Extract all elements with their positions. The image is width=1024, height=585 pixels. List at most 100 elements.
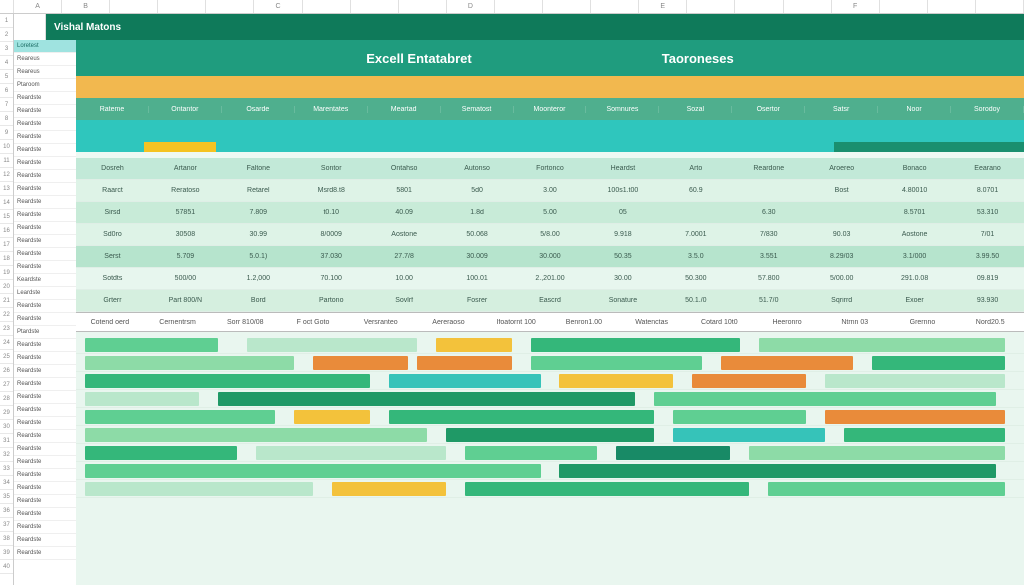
table-column-header[interactable]: Sematost: [441, 106, 514, 113]
gantt-bar[interactable]: [85, 374, 369, 388]
cell[interactable]: Sqrirrd: [805, 297, 878, 304]
cell[interactable]: 05: [586, 209, 659, 216]
col-header[interactable]: [158, 0, 206, 13]
cell[interactable]: Msrd8.t8: [295, 187, 368, 194]
cell[interactable]: Fosrer: [441, 297, 514, 304]
gantt-bar[interactable]: [768, 482, 1005, 496]
cell[interactable]: 3.551: [732, 253, 805, 260]
gantt-bar[interactable]: [85, 356, 294, 370]
cell[interactable]: Aroereo: [805, 165, 878, 172]
cell[interactable]: 27.7/8: [368, 253, 441, 260]
table-column-header[interactable]: Noor: [878, 106, 951, 113]
cell[interactable]: 5d0: [441, 187, 514, 194]
cell[interactable]: Artanor: [149, 165, 222, 172]
cell[interactable]: 500/00: [149, 275, 222, 282]
row-label[interactable]: Reardste: [14, 417, 76, 430]
cell[interactable]: Bord: [222, 297, 295, 304]
row-label[interactable]: Ptardste: [14, 326, 76, 339]
cell[interactable]: 100.01: [441, 275, 514, 282]
row-number[interactable]: 8: [0, 112, 13, 126]
row-number[interactable]: 35: [0, 490, 13, 504]
cell[interactable]: 7/830: [732, 231, 805, 238]
cell[interactable]: Bost: [805, 187, 878, 194]
row-label[interactable]: Reardste: [14, 391, 76, 404]
cell[interactable]: 5.00: [514, 209, 587, 216]
col-header[interactable]: [110, 0, 158, 13]
cell[interactable]: 90.03: [805, 231, 878, 238]
row-label[interactable]: Reardste: [14, 105, 76, 118]
row-label[interactable]: Reardste: [14, 222, 76, 235]
row-number[interactable]: 6: [0, 84, 13, 98]
cell[interactable]: Part 800/N: [149, 297, 222, 304]
col-header[interactable]: [351, 0, 399, 13]
row-label[interactable]: Reardste: [14, 92, 76, 105]
cell[interactable]: Exoer: [878, 297, 951, 304]
table-column-header[interactable]: Ontantor: [149, 106, 222, 113]
cell[interactable]: 5.709: [149, 253, 222, 260]
cell[interactable]: 57.800: [732, 275, 805, 282]
col-header[interactable]: [399, 0, 447, 13]
row-number[interactable]: 40: [0, 560, 13, 574]
gantt-bar[interactable]: [294, 410, 370, 424]
cell[interactable]: 50.068: [441, 231, 514, 238]
row-number[interactable]: 31: [0, 434, 13, 448]
cell[interactable]: Sontor: [295, 165, 368, 172]
cell[interactable]: Sovlrf: [368, 297, 441, 304]
row-label[interactable]: Leardste: [14, 287, 76, 300]
cell[interactable]: Eearano: [951, 165, 1024, 172]
gantt-bar[interactable]: [749, 446, 1005, 460]
gantt-bar[interactable]: [436, 338, 512, 352]
cell[interactable]: 1.8d: [441, 209, 514, 216]
row-number[interactable]: 19: [0, 266, 13, 280]
gantt-bar[interactable]: [559, 464, 995, 478]
gantt-bar[interactable]: [85, 410, 275, 424]
row-label[interactable]: Reardste: [14, 352, 76, 365]
gantt-bar[interactable]: [256, 446, 446, 460]
row-label[interactable]: Reardste: [14, 144, 76, 157]
cell[interactable]: 3.99.50: [951, 253, 1024, 260]
row-label[interactable]: Ptaroom: [14, 79, 76, 92]
col-header[interactable]: [687, 0, 735, 13]
row-label[interactable]: Reardste: [14, 521, 76, 534]
gantt-bar[interactable]: [313, 356, 408, 370]
table-column-header[interactable]: Osertor: [732, 106, 805, 113]
cell[interactable]: 6.30: [732, 209, 805, 216]
cell[interactable]: 70.100: [295, 275, 368, 282]
col-header[interactable]: E: [639, 0, 687, 13]
row-number[interactable]: 9: [0, 126, 13, 140]
cell[interactable]: Eascrd: [514, 297, 587, 304]
table-column-header[interactable]: Meartad: [368, 106, 441, 113]
cell[interactable]: Partono: [295, 297, 368, 304]
gantt-bar[interactable]: [759, 338, 1005, 352]
gantt-bar[interactable]: [465, 446, 598, 460]
cell[interactable]: Fortonco: [514, 165, 587, 172]
row-number[interactable]: 26: [0, 364, 13, 378]
row-label[interactable]: Reardste: [14, 365, 76, 378]
gantt-bar[interactable]: [531, 356, 702, 370]
row-number[interactable]: 28: [0, 392, 13, 406]
row-number[interactable]: 12: [0, 168, 13, 182]
gantt-bar[interactable]: [218, 392, 635, 406]
col-header[interactable]: F: [832, 0, 880, 13]
cell[interactable]: 40.09: [368, 209, 441, 216]
row-label[interactable]: Reareus: [14, 53, 76, 66]
row-label[interactable]: Reardste: [14, 300, 76, 313]
row-label[interactable]: Reardste: [14, 339, 76, 352]
row-number[interactable]: 22: [0, 308, 13, 322]
row-number[interactable]: 14: [0, 196, 13, 210]
cell[interactable]: Aostone: [368, 231, 441, 238]
gantt-bar[interactable]: [465, 482, 749, 496]
row-number[interactable]: 16: [0, 224, 13, 238]
row-label[interactable]: Reardste: [14, 495, 76, 508]
cell[interactable]: Serst: [76, 253, 149, 260]
cell[interactable]: Reratoso: [149, 187, 222, 194]
table-column-header[interactable]: Sozal: [659, 106, 732, 113]
row-number[interactable]: 15: [0, 210, 13, 224]
cell[interactable]: 60.9: [659, 187, 732, 194]
cell[interactable]: Autonso: [441, 165, 514, 172]
cell[interactable]: 30.009: [441, 253, 514, 260]
row-number[interactable]: 18: [0, 252, 13, 266]
row-number[interactable]: 24: [0, 336, 13, 350]
gantt-bar[interactable]: [446, 428, 655, 442]
cell[interactable]: 09.819: [951, 275, 1024, 282]
